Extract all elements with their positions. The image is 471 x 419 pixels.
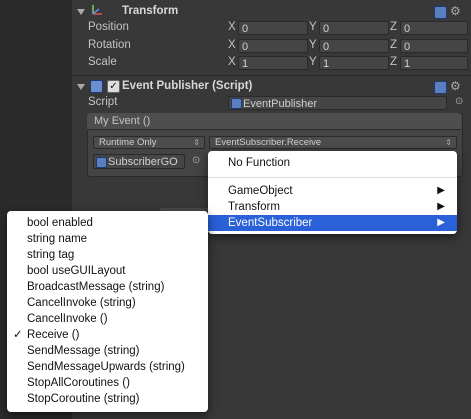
axis-x-label: X	[228, 39, 236, 51]
method-item-string-name[interactable]: string name	[7, 231, 208, 247]
method-item-string-tag[interactable]: string tag	[7, 247, 208, 263]
position-x-field[interactable]: 0	[238, 21, 308, 35]
menu-item-label: BroadcastMessage (string)	[27, 281, 165, 293]
method-item-broadcast-message[interactable]: BroadcastMessage (string)	[7, 279, 208, 295]
function-dropdown[interactable]: EventSubscriber.Receive ⇕	[209, 136, 457, 149]
enabled-checkbox[interactable]: ✓	[107, 80, 120, 93]
menu-item-gameobject[interactable]: GameObject ▶	[208, 183, 457, 199]
menu-item-no-function[interactable]: No Function	[208, 155, 457, 171]
checkmark-icon: ✓	[13, 329, 23, 341]
axis-y-label: Y	[309, 39, 317, 51]
gear-icon[interactable]: ⚙	[450, 5, 461, 17]
transform-row-rotation: Rotation X 0 Y 0 Z 0	[88, 38, 471, 54]
divider	[72, 75, 471, 76]
method-item-bool-enabled[interactable]: bool enabled	[7, 215, 208, 231]
component-title: Transform	[122, 5, 179, 17]
method-item-stop-all-coroutines[interactable]: StopAllCoroutines ()	[7, 375, 208, 391]
method-item-send-message[interactable]: SendMessage (string)	[7, 343, 208, 359]
transform-row-scale: Scale X 1 Y 1 Z 1	[88, 55, 471, 71]
menu-item-eventsubscriber[interactable]: EventSubscriber ▶	[208, 215, 457, 231]
object-picker-icon[interactable]: ⊙	[455, 96, 463, 108]
scale-y-field[interactable]: 1	[319, 56, 389, 70]
method-item-cancel-invoke[interactable]: CancelInvoke ()	[7, 311, 208, 327]
scale-x-field[interactable]: 1	[238, 56, 308, 70]
menu-item-label: string tag	[27, 249, 75, 261]
method-item-send-message-upwards[interactable]: SendMessageUpwards (string)	[7, 359, 208, 375]
script-label: Script	[88, 96, 118, 108]
submenu-arrow-icon: ▶	[437, 217, 445, 228]
axis-z-label: Z	[390, 21, 398, 33]
axis-y-label: Y	[309, 56, 317, 68]
transform-axis-icon	[92, 5, 102, 15]
menu-item-label: Transform	[228, 201, 280, 213]
menu-item-transform[interactable]: Transform ▶	[208, 199, 457, 215]
help-book-icon[interactable]	[434, 81, 447, 94]
position-y-field[interactable]: 0	[319, 21, 389, 35]
row-label: Rotation	[88, 39, 131, 51]
method-item-use-gui-layout[interactable]: bool useGUILayout	[7, 263, 208, 279]
function-dropdown-label: EventSubscriber.Receive	[215, 137, 322, 148]
gameobject-icon	[96, 157, 107, 168]
runtime-dropdown[interactable]: Runtime Only ⇕	[93, 136, 205, 149]
axis-x-label: X	[228, 56, 236, 68]
method-item-receive[interactable]: ✓ Receive ()	[7, 327, 208, 343]
gear-icon[interactable]: ⚙	[450, 80, 461, 92]
event-header-label: My Event ()	[94, 115, 151, 127]
component-title: Event Publisher (Script)	[122, 80, 253, 92]
foldout-arrow-icon[interactable]	[77, 9, 85, 15]
menu-item-label: CancelInvoke (string)	[27, 297, 136, 309]
menu-item-label: EventSubscriber	[228, 217, 313, 229]
script-value: EventPublisher	[243, 98, 317, 110]
menu-item-label: string name	[27, 233, 88, 245]
foldout-arrow-icon[interactable]	[77, 84, 85, 90]
transform-header[interactable]: Transform ⚙	[72, 3, 471, 20]
position-z-field[interactable]: 0	[400, 21, 468, 35]
menu-item-label: GameObject	[228, 185, 293, 197]
menu-item-label: Receive ()	[27, 329, 80, 341]
transform-row-position: Position X 0 Y 0 Z 0	[88, 20, 471, 36]
submenu-arrow-icon: ▶	[437, 201, 445, 212]
scale-z-field[interactable]: 1	[400, 56, 468, 70]
script-field[interactable]: EventPublisher	[228, 96, 447, 110]
menu-item-label: bool useGUILayout	[27, 265, 126, 277]
menu-item-label: bool enabled	[27, 217, 93, 229]
method-item-stop-coroutine[interactable]: StopCoroutine (string)	[7, 391, 208, 407]
axis-z-label: Z	[390, 39, 398, 51]
menu-item-label: StopAllCoroutines ()	[27, 377, 130, 389]
script-icon	[90, 80, 103, 93]
dropdown-arrows-icon: ⇕	[445, 138, 452, 147]
submenu-arrow-icon: ▶	[437, 185, 445, 196]
rotation-y-field[interactable]: 0	[319, 39, 389, 53]
row-label: Scale	[88, 56, 117, 68]
row-label: Position	[88, 21, 129, 33]
menu-item-label: SendMessageUpwards (string)	[27, 361, 185, 373]
event-publisher-header[interactable]: ✓ Event Publisher (Script) ⚙	[72, 78, 471, 95]
help-book-icon[interactable]	[434, 6, 447, 19]
target-object-value: SubscriberGO	[108, 156, 178, 168]
script-icon	[231, 98, 242, 109]
rotation-x-field[interactable]: 0	[238, 39, 308, 53]
menu-item-label: StopCoroutine (string)	[27, 393, 140, 405]
axis-x-label: X	[228, 21, 236, 33]
menu-item-label: No Function	[228, 157, 291, 169]
axis-z-label: Z	[390, 56, 398, 68]
menu-item-label: CancelInvoke ()	[27, 313, 108, 325]
component-menu: No Function GameObject ▶ Transform ▶ Eve…	[208, 151, 457, 234]
menu-item-label: SendMessage (string)	[27, 345, 140, 357]
dropdown-arrows-icon: ⇕	[193, 138, 200, 147]
axis-y-label: Y	[309, 21, 317, 33]
menu-separator	[208, 177, 457, 178]
runtime-dropdown-label: Runtime Only	[99, 137, 157, 148]
method-item-cancel-invoke-string[interactable]: CancelInvoke (string)	[7, 295, 208, 311]
object-picker-icon[interactable]: ⊙	[192, 155, 200, 167]
method-submenu: bool enabled string name string tag bool…	[7, 211, 208, 412]
unity-event-header: My Event ()	[87, 113, 461, 130]
rotation-z-field[interactable]: 0	[400, 39, 468, 53]
